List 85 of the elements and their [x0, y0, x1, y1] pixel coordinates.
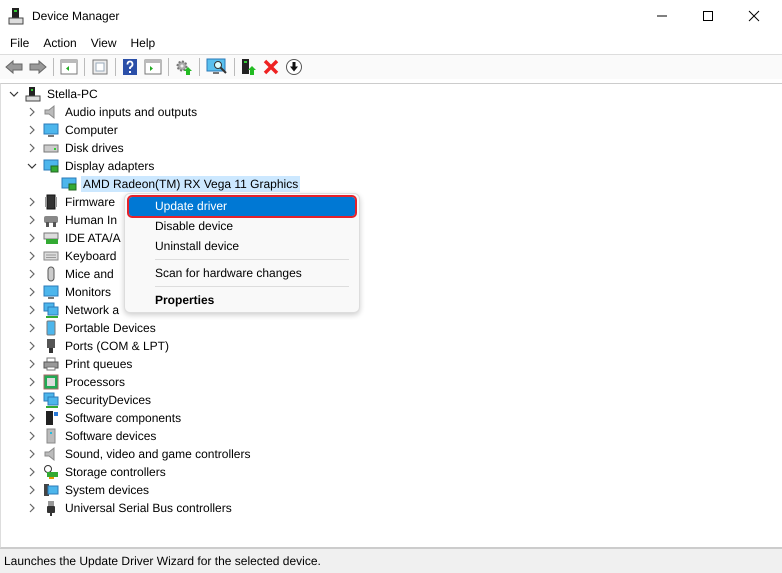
expand-chevron-icon[interactable] [27, 485, 37, 495]
expand-chevron-icon[interactable] [27, 251, 37, 261]
tree-item[interactable]: Stella-PC [45, 86, 100, 102]
menu-item[interactable]: Update driver [129, 196, 355, 216]
collapse-chevron-icon[interactable] [9, 89, 19, 99]
window-pane-icon[interactable] [60, 59, 78, 75]
help-icon[interactable] [122, 58, 138, 76]
network-icon [43, 302, 59, 318]
monitor-card-icon [43, 158, 59, 174]
menu-item[interactable]: Properties [129, 290, 355, 310]
monitor-search-icon[interactable] [206, 58, 228, 76]
tree-item[interactable]: Monitors [63, 284, 114, 300]
tree-item[interactable]: Keyboard [63, 248, 118, 264]
menu-item[interactable]: File [4, 36, 36, 50]
tree-item[interactable]: Software components [63, 410, 184, 426]
expand-chevron-icon[interactable] [27, 395, 37, 405]
computer-add-icon[interactable] [241, 58, 257, 76]
expand-chevron-icon[interactable] [27, 467, 37, 477]
tree-item[interactable]: AMD Radeon(TM) RX Vega 11 Graphics [81, 176, 300, 192]
chip-icon [43, 194, 59, 210]
tree-item[interactable]: IDE ATA/A [63, 230, 123, 246]
tree-item[interactable]: Mice and [63, 266, 116, 282]
monitor-card-icon [61, 176, 77, 192]
collapse-chevron-icon[interactable] [27, 161, 37, 171]
tree-item[interactable]: Processors [63, 374, 128, 390]
status-text: Launches the Update Driver Wizard for the selected device. [0, 548, 782, 573]
menu-item[interactable]: Action [37, 36, 83, 50]
expand-chevron-icon[interactable] [27, 413, 37, 423]
tree-item[interactable]: Human In [63, 212, 120, 228]
network-icon [43, 392, 59, 408]
window-title: Device Manager [32, 9, 120, 23]
computer-icon [25, 86, 41, 102]
tree-item[interactable]: Print queues [63, 356, 134, 372]
forward-arrow-icon[interactable] [29, 59, 47, 75]
printer-icon [43, 356, 59, 372]
tree-item[interactable]: Computer [63, 122, 120, 138]
expand-chevron-icon[interactable] [27, 323, 37, 333]
expand-chevron-icon[interactable] [27, 197, 37, 207]
tree-item[interactable]: Audio inputs and outputs [63, 104, 200, 120]
tree-item[interactable]: Disk drives [63, 140, 126, 156]
monitor-icon [43, 122, 59, 138]
tree-item[interactable]: Software devices [63, 428, 158, 444]
expand-chevron-icon[interactable] [27, 269, 37, 279]
expand-chevron-icon[interactable] [27, 341, 37, 351]
expand-chevron-icon[interactable] [27, 449, 37, 459]
expand-chevron-icon[interactable] [27, 305, 37, 315]
processor-icon [43, 374, 59, 390]
tree-item[interactable]: SecurityDevices [63, 392, 154, 408]
tree-item[interactable]: Ports (COM & LPT) [63, 338, 172, 354]
down-arrow-circle-icon[interactable] [285, 58, 303, 76]
tree-item[interactable]: Portable Devices [63, 320, 158, 336]
menu-item[interactable]: Help [124, 36, 162, 50]
back-arrow-icon[interactable] [5, 59, 23, 75]
document-icon[interactable] [91, 59, 109, 75]
menu-item[interactable]: Uninstall device [129, 236, 355, 256]
tower-icon [43, 410, 59, 426]
tree-item[interactable]: System devices [63, 482, 152, 498]
drive-card-icon [43, 230, 59, 246]
menu-item[interactable]: Scan for hardware changes [129, 264, 355, 282]
tree-item[interactable]: Firmware [63, 194, 117, 210]
expand-chevron-icon[interactable] [27, 431, 37, 441]
close-icon[interactable] [748, 10, 760, 22]
computer-monitor-icon [43, 482, 59, 498]
expand-chevron-icon[interactable] [27, 107, 37, 117]
monitor-icon [43, 284, 59, 300]
expand-chevron-icon[interactable] [27, 503, 37, 513]
expand-chevron-icon[interactable] [27, 287, 37, 297]
expand-chevron-icon[interactable] [27, 359, 37, 369]
expand-chevron-icon[interactable] [27, 125, 37, 135]
delete-icon[interactable] [263, 59, 279, 75]
tree-item[interactable]: Network a [63, 302, 122, 318]
maximize-icon[interactable] [702, 10, 714, 22]
computer-icon [8, 7, 24, 25]
expand-chevron-icon[interactable] [27, 377, 37, 387]
tree-item[interactable]: Storage controllers [63, 464, 168, 480]
expand-chevron-icon[interactable] [27, 233, 37, 243]
tree-item[interactable]: Universal Serial Bus controllers [63, 500, 234, 516]
tree-item[interactable]: Display adapters [63, 158, 156, 174]
menu-item[interactable]: View [84, 36, 122, 50]
menu-item[interactable]: Disable device [129, 216, 355, 236]
expand-chevron-icon[interactable] [27, 215, 37, 225]
expand-chevron-icon[interactable] [27, 143, 37, 153]
tree-item[interactable]: Sound, video and game controllers [63, 446, 252, 462]
window-pane-icon[interactable] [144, 59, 162, 75]
gear-icon[interactable] [175, 58, 193, 76]
